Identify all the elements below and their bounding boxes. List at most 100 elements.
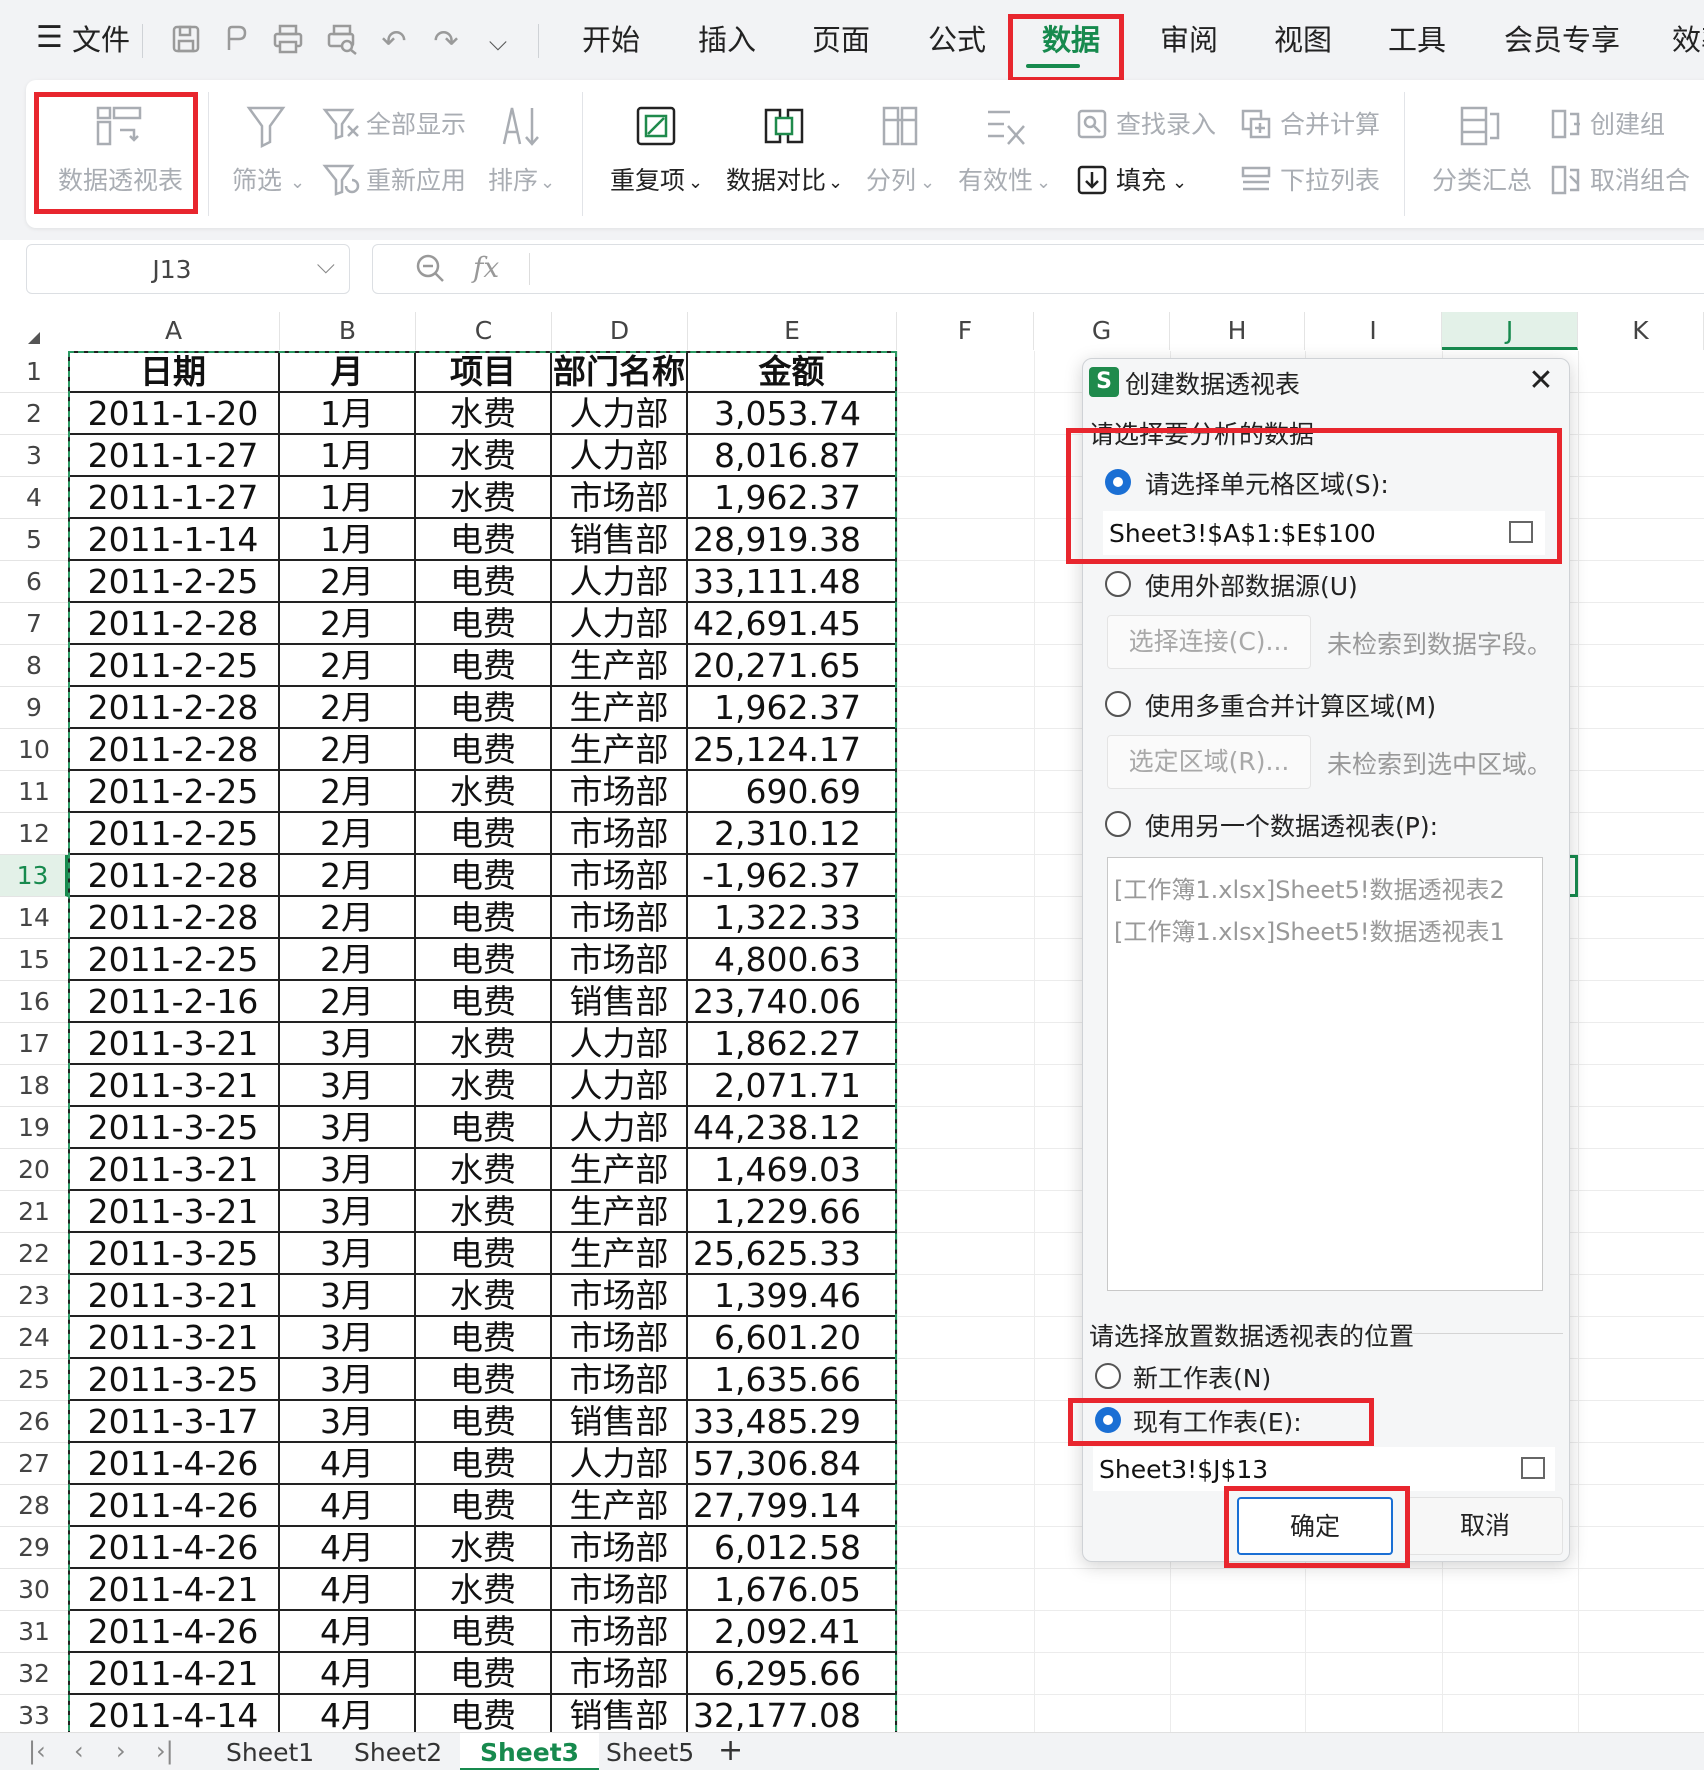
cell-range-input[interactable]: Sheet3!$A$1:$E$100 [1103, 511, 1545, 555]
table-cell[interactable]: 人力部 [552, 1065, 688, 1107]
table-cell[interactable]: 3月 [280, 1275, 416, 1317]
last-sheet-icon[interactable]: ›| [156, 1737, 174, 1765]
dropdown-list-icon[interactable] [1240, 164, 1272, 200]
row-header[interactable]: 6 [0, 561, 68, 603]
table-cell[interactable]: 2011-3-21 [68, 1191, 280, 1233]
table-cell[interactable]: 2,071.71 [688, 1065, 897, 1107]
table-cell[interactable]: 2月 [280, 561, 416, 603]
table-cell[interactable]: 2月 [280, 855, 416, 897]
table-cell[interactable]: 3月 [280, 1149, 416, 1191]
reapply-icon[interactable] [322, 162, 360, 202]
table-cell[interactable]: 生产部 [552, 1233, 688, 1275]
next-sheet-icon[interactable]: › [116, 1737, 126, 1765]
table-cell[interactable]: 生产部 [552, 1149, 688, 1191]
table-cell[interactable]: 水费 [416, 1527, 552, 1569]
create-group-button[interactable]: 创建组 [1590, 108, 1665, 142]
undo-icon[interactable]: ↶ [374, 22, 414, 62]
table-cell[interactable]: 销售部 [552, 519, 688, 561]
table-cell[interactable]: 2,310.12 [688, 813, 897, 855]
chevron-down-icon[interactable]: ⌵ [478, 22, 518, 62]
duplicates-button[interactable]: 重复项 [610, 164, 685, 198]
dropdown-list-button[interactable]: 下拉列表 [1280, 164, 1380, 198]
table-cell[interactable]: 2月 [280, 729, 416, 771]
table-cell[interactable]: 生产部 [552, 1191, 688, 1233]
row-header[interactable]: 7 [0, 603, 68, 645]
row-header[interactable]: 27 [0, 1443, 68, 1485]
radio-external-source[interactable] [1105, 571, 1131, 597]
find-entry-icon[interactable] [1076, 108, 1108, 144]
table-cell[interactable]: 水费 [416, 393, 552, 435]
list-item[interactable]: [工作簿1.xlsx]Sheet5!数据透视表2 [1114, 870, 1505, 905]
table-cell[interactable]: 2011-2-28 [68, 855, 280, 897]
sheet-tab-sheet3[interactable]: Sheet3 [460, 1733, 600, 1770]
table-cell[interactable]: 市场部 [552, 1359, 688, 1401]
table-cell[interactable]: 1月 [280, 393, 416, 435]
chevron-down-icon[interactable]: ⌄ [540, 166, 555, 200]
table-cell[interactable]: 33,111.48 [688, 561, 897, 603]
fill-button[interactable]: 填充 [1116, 164, 1166, 198]
table-cell[interactable]: 水费 [416, 771, 552, 813]
filter-icon[interactable] [246, 104, 286, 152]
table-cell[interactable]: 水费 [416, 1275, 552, 1317]
table-cell[interactable]: 2011-1-27 [68, 435, 280, 477]
table-cell[interactable]: 水费 [416, 477, 552, 519]
row-header[interactable]: 21 [0, 1191, 68, 1233]
table-cell[interactable]: 2011-4-14 [68, 1695, 280, 1732]
row-header[interactable]: 8 [0, 645, 68, 687]
table-cell[interactable]: 3月 [280, 1065, 416, 1107]
sort-button[interactable]: 排序 [488, 164, 538, 198]
table-cell[interactable]: 2011-3-17 [68, 1401, 280, 1443]
column-header-f[interactable]: F [897, 312, 1034, 350]
column-header-k[interactable]: K [1578, 312, 1704, 350]
table-cell[interactable]: 1,322.33 [688, 897, 897, 939]
table-cell[interactable]: 水费 [416, 1023, 552, 1065]
table-cell[interactable]: 2011-4-26 [68, 1611, 280, 1653]
sheet-tab-sheet1[interactable]: Sheet1 [206, 1733, 334, 1770]
row-header[interactable]: 12 [0, 813, 68, 855]
table-cell[interactable]: 电费 [416, 981, 552, 1023]
row-header[interactable]: 17 [0, 1023, 68, 1065]
name-box[interactable]: J13 ⌵ [26, 244, 350, 294]
table-cell[interactable]: 2月 [280, 645, 416, 687]
table-cell[interactable]: 人力部 [552, 1023, 688, 1065]
table-cell[interactable]: 2011-2-25 [68, 645, 280, 687]
column-header-i[interactable]: I [1305, 312, 1442, 350]
table-header-cell[interactable]: 项目 [416, 351, 552, 393]
chevron-down-icon[interactable]: ⌵ [317, 251, 335, 279]
fill-icon[interactable] [1076, 164, 1108, 200]
row-header[interactable]: 20 [0, 1149, 68, 1191]
table-cell[interactable]: 市场部 [552, 855, 688, 897]
table-cell[interactable]: 市场部 [552, 1611, 688, 1653]
table-cell[interactable]: 人力部 [552, 435, 688, 477]
table-cell[interactable]: 25,625.33 [688, 1233, 897, 1275]
table-cell[interactable]: 4月 [280, 1611, 416, 1653]
validity-button[interactable]: 有效性 [958, 164, 1033, 198]
row-header[interactable]: 2 [0, 393, 68, 435]
table-cell[interactable]: 电费 [416, 1359, 552, 1401]
row-header[interactable]: 19 [0, 1107, 68, 1149]
file-menu[interactable]: 文件 [72, 20, 130, 60]
table-cell[interactable]: 4月 [280, 1569, 416, 1611]
chevron-down-icon[interactable]: ⌄ [290, 166, 305, 200]
table-cell[interactable]: 人力部 [552, 561, 688, 603]
pivot-table-button[interactable]: 数据透视表 [58, 164, 183, 198]
redo-icon[interactable]: ↷ [426, 22, 466, 62]
table-cell[interactable]: 人力部 [552, 603, 688, 645]
row-header[interactable]: 29 [0, 1527, 68, 1569]
row-header[interactable]: 25 [0, 1359, 68, 1401]
table-cell[interactable]: 3月 [280, 1233, 416, 1275]
table-cell[interactable]: 销售部 [552, 1401, 688, 1443]
prev-sheet-icon[interactable]: ‹ [74, 1737, 84, 1765]
table-cell[interactable]: 电费 [416, 1107, 552, 1149]
ungroup-icon[interactable] [1550, 164, 1582, 200]
table-cell[interactable]: 电费 [416, 687, 552, 729]
chevron-down-icon[interactable]: ⌄ [688, 166, 703, 200]
table-cell[interactable]: 2011-2-16 [68, 981, 280, 1023]
row-header[interactable]: 22 [0, 1233, 68, 1275]
table-cell[interactable]: 电费 [416, 897, 552, 939]
function-icon[interactable]: fx [473, 251, 499, 284]
table-cell[interactable]: 水费 [416, 1149, 552, 1191]
zoom-formula-icon[interactable] [413, 251, 449, 291]
radio-new-sheet[interactable] [1095, 1363, 1121, 1389]
validity-icon[interactable] [984, 104, 1028, 152]
